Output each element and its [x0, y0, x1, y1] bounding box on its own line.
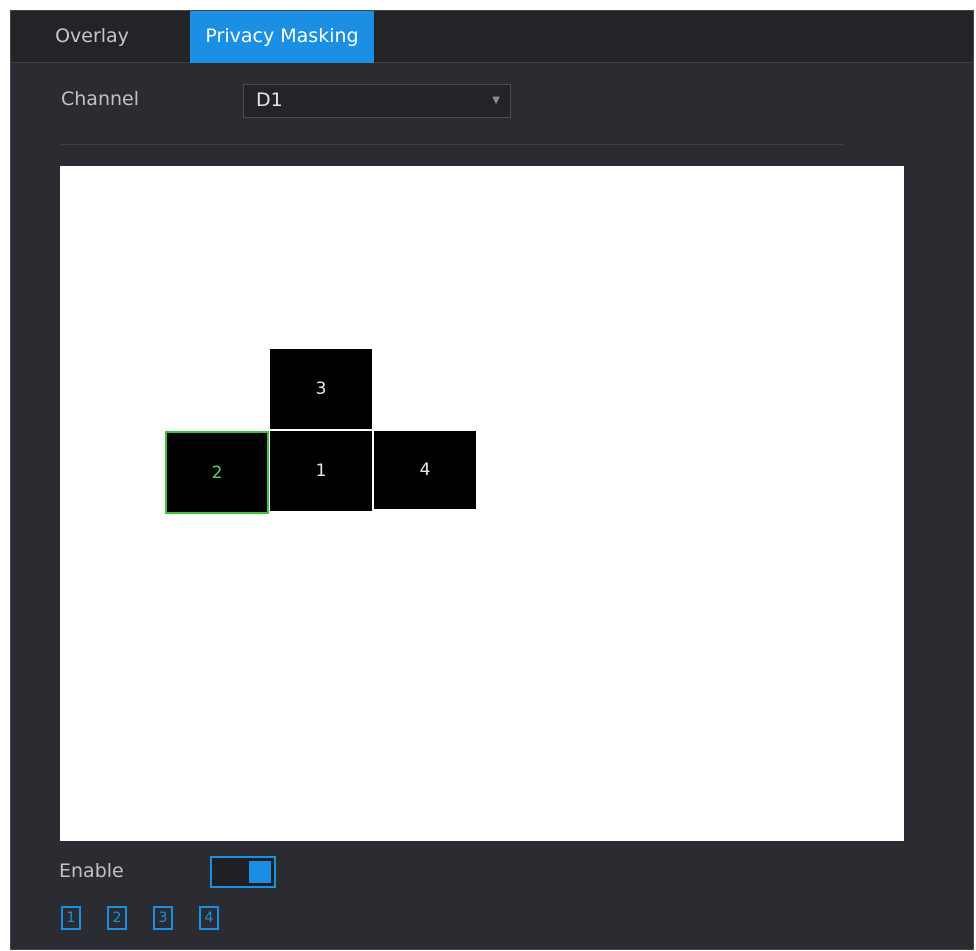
toggle-knob: [249, 861, 271, 883]
channel-select-value: D1: [256, 89, 283, 111]
privacy-mask-2[interactable]: 2: [165, 431, 269, 514]
privacy-mask-4[interactable]: 4: [374, 431, 476, 509]
video-preview[interactable]: 3 2 1 4: [60, 166, 904, 841]
privacy-mask-1[interactable]: 1: [270, 431, 372, 511]
divider: [61, 144, 843, 145]
mask-label: 1: [315, 461, 327, 481]
tab-bar: Overlay Privacy Masking: [11, 11, 973, 63]
region-button-2[interactable]: 2: [107, 906, 127, 930]
tab-privacy-masking[interactable]: Privacy Masking: [190, 11, 374, 63]
privacy-masking-window: Overlay Privacy Masking Channel D1 ▼ 3 2…: [10, 10, 974, 950]
enable-toggle[interactable]: [210, 856, 276, 888]
mask-label: 4: [419, 460, 431, 480]
channel-select[interactable]: D1 ▼: [243, 84, 511, 118]
region-button-1[interactable]: 1: [61, 906, 81, 930]
region-button-4[interactable]: 4: [199, 906, 219, 930]
enable-label: Enable: [59, 860, 124, 882]
mask-label: 3: [315, 379, 327, 399]
tab-overlay[interactable]: Overlay: [33, 11, 151, 63]
channel-label: Channel: [61, 88, 140, 110]
privacy-mask-3[interactable]: 3: [270, 349, 372, 429]
region-button-3[interactable]: 3: [153, 906, 173, 930]
mask-label: 2: [211, 462, 223, 483]
chevron-down-icon: ▼: [492, 95, 500, 106]
